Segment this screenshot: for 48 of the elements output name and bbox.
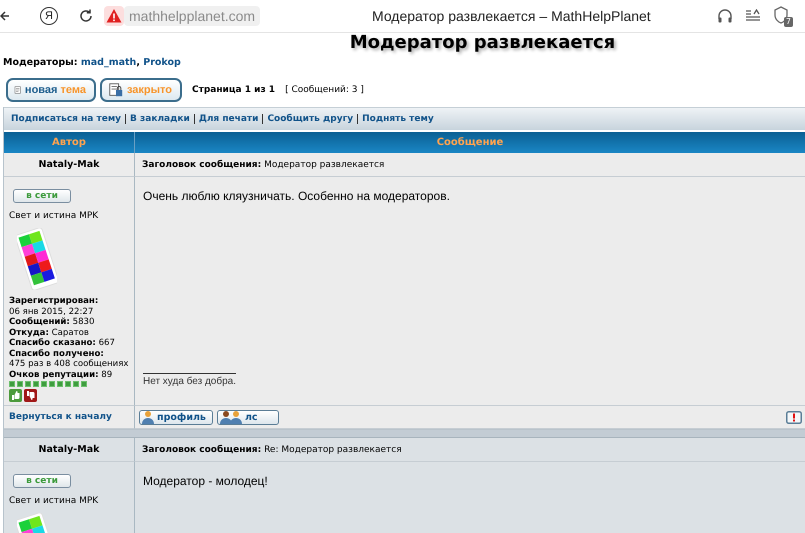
document-lock-icon bbox=[108, 82, 124, 98]
topic-link[interactable]: Поднять тему bbox=[357, 114, 438, 124]
online-status: в сети bbox=[13, 189, 71, 203]
user-rank: Свет и истина MPK bbox=[9, 496, 100, 506]
moderator-link[interactable]: Prokop bbox=[143, 57, 181, 68]
message-text: Модератор - молодец! bbox=[143, 474, 269, 488]
signature-text: Нет худа без добра. bbox=[143, 373, 236, 388]
profile-field: Сообщений: 5830 bbox=[9, 317, 134, 328]
topic-link[interactable]: Для печати bbox=[194, 114, 262, 124]
thumbs-down-icon[interactable] bbox=[24, 389, 37, 402]
post-subject: Заголовок сообщения: Модератор развлекается bbox=[142, 160, 384, 170]
profile-field: Спасибо получено: 475 раз в 408 сообщениях bbox=[9, 348, 134, 370]
topic-link[interactable]: В закладки bbox=[125, 114, 194, 124]
report-button[interactable] bbox=[786, 410, 802, 424]
reader-icon[interactable] bbox=[745, 9, 761, 23]
moderator-link[interactable]: mad_math bbox=[80, 57, 136, 68]
tab-title: Модератор развлекается – MathHelpPlanet bbox=[372, 8, 651, 24]
back-to-top-link[interactable]: Вернуться к началу bbox=[4, 412, 112, 422]
column-header: Сообщение bbox=[436, 136, 504, 150]
extension-icon[interactable]: 7 bbox=[773, 6, 791, 26]
warning-icon[interactable] bbox=[104, 6, 124, 26]
message-text: Очень люблю кляузничать. Особенно на модераторов. bbox=[143, 189, 451, 203]
profile-field: Зарегистрирован: 06 янв 2015, 22:27 bbox=[9, 296, 134, 317]
new-topic-button[interactable]: новая тема bbox=[6, 78, 96, 102]
headphones-icon[interactable] bbox=[717, 8, 733, 24]
topic-link[interactable]: Сообщить другу bbox=[262, 114, 358, 124]
online-status: в сети bbox=[13, 474, 71, 488]
post-count: [ Сообщений: 3 ] bbox=[285, 85, 364, 95]
author-name[interactable]: Nataly-Mak bbox=[4, 153, 135, 177]
user-rank: Свет и истина MPK bbox=[9, 211, 100, 221]
person-icon bbox=[141, 410, 155, 424]
profile-field: Откуда: Саратов bbox=[9, 328, 134, 338]
pagination-text: Страница 1 из 1 bbox=[192, 85, 276, 95]
back-icon[interactable] bbox=[0, 9, 10, 23]
message-button[interactable]: лс bbox=[216, 410, 279, 425]
topic-link[interactable]: Подписаться на тему bbox=[11, 114, 126, 124]
reload-icon[interactable] bbox=[78, 8, 94, 24]
two-people-icon bbox=[218, 410, 243, 424]
post-subject: Заголовок сообщения: Re: Модератор развлекается bbox=[142, 444, 402, 455]
count-badge: 7 bbox=[784, 17, 793, 27]
moderators-line: Модераторы: mad_math, Prokop bbox=[3, 57, 182, 68]
profile-field: Спасибо сказано: 667 bbox=[9, 338, 134, 348]
page-title: Модератор развлекается bbox=[348, 33, 616, 53]
thumbs-up-icon[interactable] bbox=[9, 389, 22, 402]
author-name[interactable]: Nataly-Mak bbox=[4, 438, 135, 462]
profile-field: Очков репутации: 89 bbox=[9, 370, 134, 380]
profile-button[interactable]: профиль bbox=[139, 410, 213, 425]
browser-logo[interactable]: Я bbox=[40, 7, 58, 25]
